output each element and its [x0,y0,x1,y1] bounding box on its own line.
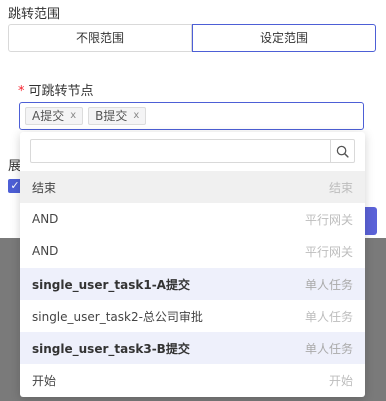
option-type: 平行网关 [304,212,353,227]
selected-tag: B提交 x [88,107,147,125]
jumpable-nodes-label: * 可跳转节点 [18,80,94,99]
jumpable-nodes-label-text: 可跳转节点 [28,84,94,99]
option-name: single_user_task2-总公司审批 [32,309,203,324]
option-and-1[interactable]: AND 平行网关 [20,203,365,235]
dropdown-search [30,139,355,163]
option-task3[interactable]: single_user_task3-B提交 单人任务 [20,332,365,364]
option-type: 平行网关 [304,244,353,259]
tag-label: B提交 [95,109,128,123]
search-button[interactable] [330,140,354,162]
search-icon [336,145,349,158]
option-task1[interactable]: single_user_task1-A提交 单人任务 [20,268,365,300]
option-and-2[interactable]: AND 平行网关 [20,235,365,267]
section-title: 跳转范围 [8,7,61,22]
unlimited-range-button[interactable]: 不限范围 [8,24,192,52]
option-type: 结束 [328,180,353,195]
selected-tag: A提交 x [25,107,84,125]
option-type: 开始 [328,373,353,388]
option-name: 结束 [32,180,57,195]
option-type: 单人任务 [304,277,353,292]
option-name: single_user_task1-A提交 [32,277,190,292]
option-type: 单人任务 [304,341,353,356]
option-name: AND [32,244,59,258]
option-name: AND [32,212,59,226]
search-input[interactable] [31,140,330,162]
option-end[interactable]: 结束 结束 [20,171,365,203]
option-name: single_user_task3-B提交 [32,341,190,356]
option-type: 单人任务 [304,309,353,324]
option-name: 开始 [32,373,57,388]
required-mark: * [18,84,25,99]
node-dropdown: 结束 结束 AND 平行网关 AND 平行网关 single_user_task… [20,132,365,397]
range-segmented-control: 不限范围 设定范围 [8,24,376,52]
option-task2[interactable]: single_user_task2-总公司审批 单人任务 [20,300,365,332]
tag-label: A提交 [32,109,65,123]
tag-remove-icon[interactable]: x [70,108,76,124]
node-multi-select[interactable]: A提交 x B提交 x [19,102,364,130]
tag-remove-icon[interactable]: x [133,108,139,124]
option-start[interactable]: 开始 开始 [20,364,365,396]
custom-range-button[interactable]: 设定范围 [192,24,376,52]
